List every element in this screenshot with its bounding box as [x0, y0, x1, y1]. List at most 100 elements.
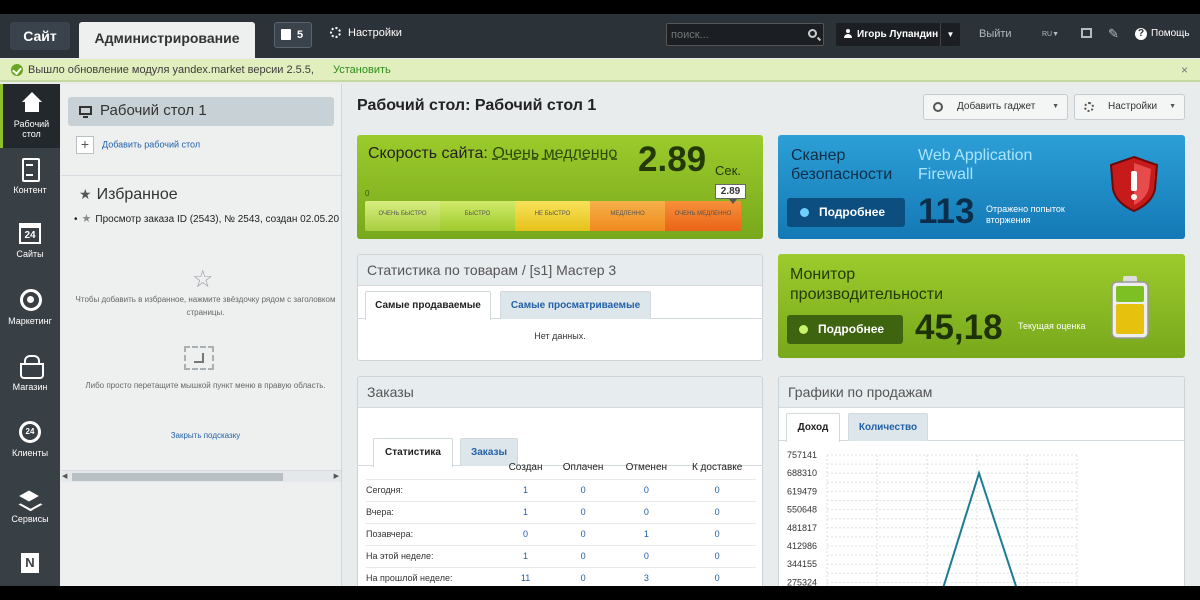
attacks-count: 113 — [918, 192, 975, 231]
notification-icon — [281, 29, 291, 40]
add-gadget-button[interactable]: Добавить гаджет ▼ — [923, 94, 1068, 120]
notifications-button[interactable]: 5 — [274, 22, 312, 48]
settings-link[interactable]: Настройки — [330, 27, 402, 39]
chart-grid — [826, 454, 1079, 586]
scanner-details-button[interactable]: Подробнее — [787, 198, 905, 227]
nav-item-shop[interactable]: Магазин — [0, 347, 60, 411]
favorites-title: ★ Избранное — [79, 186, 178, 204]
speed-status-link[interactable]: Очень медленно — [492, 145, 617, 162]
card-title: Графики по продажам — [779, 377, 1184, 408]
cell-link[interactable]: 1 — [614, 522, 679, 545]
desktop-item[interactable]: Рабочий стол 1 — [68, 97, 334, 126]
cell-link[interactable]: 0 — [678, 478, 756, 501]
logout-link[interactable]: Выйти — [979, 28, 1012, 40]
help-link[interactable]: ? Помощь — [1135, 28, 1190, 40]
speed-title-label: Скорость сайта: — [368, 145, 488, 162]
scrollbar-thumb[interactable] — [72, 473, 283, 481]
gear-icon — [1084, 102, 1094, 112]
site-tab[interactable]: Сайт — [10, 22, 70, 50]
table-row: На этой неделе: 1 0 0 0 — [366, 544, 756, 567]
cell-link[interactable]: 3 — [614, 566, 679, 586]
desktop-settings-button[interactable]: Настройки ▼ — [1074, 94, 1185, 120]
cell-link[interactable]: 0 — [551, 522, 615, 545]
scale-segment: ОЧЕНЬ БЫСТРО — [365, 201, 440, 231]
row-label: На прошлой неделе: — [366, 566, 500, 586]
horizontal-scrollbar[interactable]: ◀ ▶ — [61, 470, 341, 482]
scale-segment: МЕДЛЕННО — [590, 201, 665, 231]
scanner-title: Сканер безопасности — [791, 147, 893, 183]
arrow-right-icon[interactable]: ▶ — [334, 472, 339, 480]
search-box — [666, 23, 824, 46]
cell-link[interactable]: 1 — [499, 500, 552, 523]
language-switch[interactable]: RU▼ — [1042, 28, 1059, 39]
search-input[interactable] — [667, 24, 797, 45]
help-label: Помощь — [1151, 28, 1190, 39]
install-link[interactable]: Установить — [333, 59, 391, 81]
cell-link[interactable]: 0 — [551, 500, 615, 523]
column-header: К доставке — [691, 462, 743, 474]
card-title: Статистика по товарам / [s1] Мастер 3 — [358, 255, 762, 286]
tab-revenue[interactable]: Доход — [786, 413, 840, 442]
user-name: Игорь Лупандин — [857, 29, 939, 40]
nav-item-sites[interactable]: 24 Сайты — [0, 215, 60, 279]
tab-quantity[interactable]: Количество — [848, 413, 928, 441]
star-icon: ★ — [79, 186, 92, 202]
orders-table: Создан Оплачен Отменен К доставке Сегодн… — [366, 457, 756, 586]
column-header: Оплачен — [562, 462, 604, 474]
cell-link[interactable]: 0 — [551, 566, 615, 586]
cell-link[interactable]: 0 — [551, 478, 615, 501]
nav-item-marketing[interactable]: Маркетинг — [0, 281, 60, 345]
cell-link[interactable]: 0 — [614, 500, 679, 523]
cell-link[interactable]: 0 — [678, 544, 756, 567]
arrow-left-icon[interactable]: ◀ — [62, 472, 67, 480]
cell-link[interactable]: 0 — [614, 478, 679, 501]
card-title: Заказы — [358, 377, 762, 408]
plus-icon: + — [76, 136, 94, 154]
calendar-24-icon: 24 — [19, 223, 41, 244]
perf-details-button[interactable]: Подробнее — [787, 315, 903, 344]
row-label: Сегодня: — [366, 478, 500, 501]
screen-icon[interactable] — [1081, 28, 1092, 38]
scale-segment: НЕ БЫСТРО — [515, 201, 590, 231]
update-message: Вышло обновление модуля yandex.market ве… — [28, 64, 314, 76]
favorite-item[interactable]: • ★ Просмотр заказа ID (2543), № 2543, соз… — [74, 212, 342, 225]
performance-monitor-widget: Монитор производительности Подробнее 45,… — [778, 254, 1185, 358]
y-tick-label: 619479 — [787, 486, 817, 496]
admin-tab[interactable]: Администрирование — [79, 22, 255, 58]
close-icon[interactable]: × — [1181, 59, 1188, 81]
add-desktop-link[interactable]: + Добавить рабочий стол — [76, 136, 200, 154]
search-icon[interactable] — [808, 29, 817, 38]
cell-link[interactable]: 0 — [678, 566, 756, 586]
cell-link[interactable]: 1 — [499, 478, 552, 501]
nav-item-services[interactable]: Сервисы — [0, 479, 60, 543]
cell-link[interactable]: 0 — [551, 544, 615, 567]
cell-link[interactable]: 0 — [678, 522, 756, 545]
close-hint-link[interactable]: Закрыть подсказку — [73, 431, 338, 440]
cell-link[interactable]: 0 — [678, 500, 756, 523]
user-menu[interactable]: Игорь Лупандин ▼ — [836, 23, 960, 46]
nav-item-content[interactable]: Контент — [0, 150, 60, 214]
nav-label: Сайты — [16, 249, 44, 259]
y-tick-label: 481817 — [787, 523, 817, 533]
nav-item-desktop[interactable]: Рабочий стол — [0, 84, 60, 148]
cell-link[interactable]: 11 — [499, 566, 552, 586]
attacks-caption: Отражено попыток вторжения — [986, 204, 1065, 225]
target-icon — [18, 289, 42, 311]
scanner-details-label: Подробнее — [819, 205, 886, 219]
chevron-down-icon[interactable]: ▼ — [940, 23, 960, 46]
row-label: Позавчера: — [366, 522, 500, 545]
settings-label: Настройки — [348, 27, 402, 39]
main-nav: Рабочий стол Контент 24 Сайты Маркетинг Ма… — [0, 84, 60, 586]
nav-label: Сервисы — [11, 514, 49, 524]
layers-icon — [18, 487, 42, 509]
nav-item-clients[interactable]: 24 Клиенты — [0, 413, 60, 477]
tab-most-viewed[interactable]: Самые просматриваемые — [500, 291, 651, 319]
pin-icon[interactable]: ✎ — [1108, 26, 1119, 42]
cell-link[interactable]: 1 — [499, 544, 552, 567]
cell-link[interactable]: 0 — [499, 522, 552, 545]
cell-link[interactable]: 0 — [614, 544, 679, 567]
monitor-icon — [79, 106, 92, 118]
nav-item-n[interactable]: N — [0, 545, 60, 586]
check-icon — [11, 64, 23, 76]
tab-bestsellers[interactable]: Самые продаваемые — [365, 291, 491, 320]
